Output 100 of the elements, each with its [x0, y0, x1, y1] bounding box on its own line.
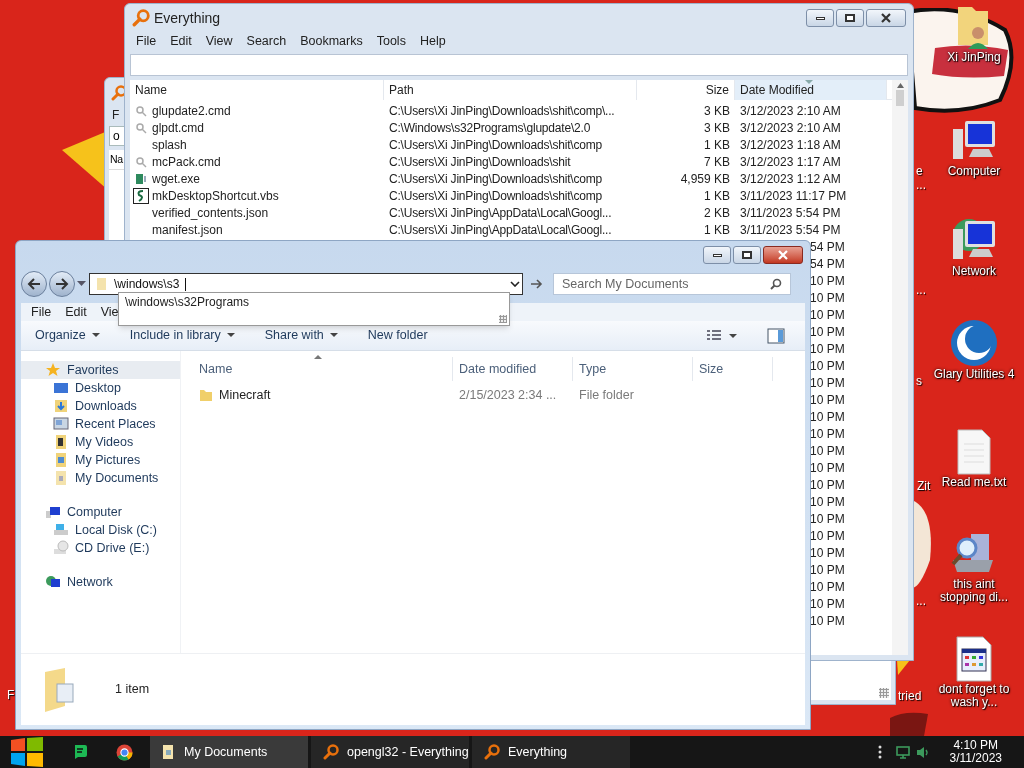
video-folder-icon — [53, 434, 69, 450]
toolbar-button[interactable]: Share with — [264, 326, 338, 345]
back-button[interactable] — [21, 271, 47, 297]
column-header[interactable]: Size — [693, 357, 773, 381]
column-header[interactable]: Name — [130, 80, 384, 100]
desktop-icon[interactable]: Network — [928, 215, 1020, 278]
chrome-icon[interactable] — [116, 743, 133, 761]
column-header[interactable]: Date Modified — [735, 80, 887, 100]
table-cell-text: 10 PM — [810, 442, 845, 460]
table-cell-text: 10 PM — [810, 357, 845, 375]
address-field[interactable]: \windows\s3 — [89, 273, 523, 295]
close-button[interactable] — [763, 246, 803, 264]
desktop-icon — [53, 380, 69, 396]
taskbar-button[interactable]: opengl32 - Everything — [311, 736, 469, 768]
desktop-icon-label: e — [916, 163, 923, 180]
computer-icon — [45, 504, 61, 520]
search-field[interactable] — [130, 54, 908, 76]
menu-item[interactable]: Bookmarks — [300, 31, 363, 51]
star-icon — [45, 362, 61, 378]
cd-drive-icon — [53, 540, 69, 556]
table-cell: C:\Users\Xi JinPing\AppData\Local\Googl... — [389, 205, 612, 220]
menu-item[interactable]: File — [31, 302, 52, 322]
column-header[interactable]: Na — [110, 151, 123, 168]
network-icon — [45, 574, 61, 590]
desktop-icon[interactable]: this aint stopping di... — [928, 528, 1020, 604]
desktop-icon-label: ... — [916, 282, 926, 299]
scrollbar-thumb[interactable] — [896, 90, 904, 106]
view-options-icon[interactable] — [707, 329, 737, 342]
minimize-button[interactable] — [703, 246, 731, 264]
scrollbar[interactable] — [892, 80, 908, 655]
forward-button[interactable] — [49, 271, 75, 297]
speaker-icon[interactable] — [915, 745, 930, 759]
nav-item[interactable]: Desktop — [21, 379, 180, 397]
toolbar-button[interactable]: Organize — [35, 326, 100, 345]
clock[interactable]: 4:10 PM 3/11/2023 — [949, 739, 1002, 765]
search-field[interactable]: Search My Documents — [553, 273, 791, 295]
nav-item[interactable]: My Pictures — [21, 451, 180, 469]
table-cell: C:\Users\Xi JinPing\Downloads\shit\comp\... — [389, 103, 615, 118]
close-button[interactable] — [866, 9, 906, 27]
table-cell-text: 10 PM — [810, 459, 845, 477]
maximize-button[interactable] — [836, 9, 864, 27]
minimize-button[interactable] — [806, 9, 834, 27]
menu-item[interactable]: F — [112, 106, 120, 124]
column-header[interactable]: Size — [637, 80, 735, 100]
menu-item[interactable]: Search — [246, 31, 287, 51]
table-cell-text: 10 PM — [810, 595, 845, 613]
table-cell-text: 10 PM — [810, 493, 845, 511]
picture-folder-icon — [53, 452, 69, 468]
resize-grip-icon — [879, 688, 889, 698]
nav-item[interactable]: Recent Places — [21, 415, 180, 433]
preview-pane-icon[interactable] — [767, 327, 785, 344]
desktop-icon[interactable]: Xi JinPing — [928, 3, 1020, 64]
recent-places-icon — [53, 416, 69, 432]
table-cell-text: 10 PM — [810, 544, 845, 562]
monitor-icon[interactable] — [895, 745, 910, 759]
table-cell: 3/12/2023 1:17 AM — [740, 154, 841, 169]
drive-icon — [53, 522, 69, 538]
menu-item[interactable]: Help — [419, 31, 446, 51]
menu-item[interactable]: File — [136, 31, 157, 51]
nav-item[interactable]: My Videos — [21, 433, 180, 451]
toolbar-button[interactable]: Include in library — [129, 326, 235, 345]
suggestion-item[interactable]: \windows\s32Programs — [125, 293, 509, 311]
menu-item[interactable]: Edit — [65, 302, 87, 322]
table-cell-text: mkDesktopShortcut.vbs — [152, 187, 279, 205]
table-cell-text: 10 PM — [810, 391, 845, 409]
nav-item[interactable]: Favorites — [21, 361, 180, 379]
nav-item[interactable]: Network — [21, 573, 180, 591]
toolbar-button[interactable]: New folder — [367, 326, 428, 345]
desktop-icon-label: tried — [898, 688, 922, 705]
table-cell-text: 10 PM — [810, 425, 845, 443]
maximize-button[interactable] — [733, 246, 761, 264]
column-header[interactable]: Date modified — [453, 357, 573, 381]
menu-item[interactable]: View — [205, 31, 233, 51]
scroll-up-icon[interactable] — [896, 83, 904, 88]
taskbar-button[interactable]: My Documents — [150, 736, 308, 768]
desktop-icon[interactable]: Computer — [928, 115, 1020, 178]
search-icon — [770, 278, 782, 290]
taskbar-button[interactable]: Everything — [472, 736, 630, 768]
nav-item[interactable]: Local Disk (C:) — [21, 521, 180, 539]
column-header[interactable]: Type — [573, 357, 693, 381]
table-cell-text: 2 KB — [704, 204, 730, 222]
more-icon[interactable] — [877, 745, 882, 759]
desktop-icon-label: Zit — [917, 478, 931, 495]
desktop-icon[interactable]: Glary Utilities 4 — [928, 318, 1020, 381]
go-arrow-icon[interactable] — [530, 278, 544, 290]
column-header[interactable]: Path — [384, 80, 637, 100]
menu-item[interactable]: Vie — [100, 302, 119, 322]
table-cell-text: 10 PM — [810, 374, 845, 392]
windows-logo-icon[interactable] — [11, 737, 43, 767]
desktop-icon[interactable]: dont forget to wash y... — [928, 635, 1020, 709]
nav-item[interactable]: Computer — [21, 503, 180, 521]
chat-app-icon[interactable] — [72, 744, 88, 760]
menu-item[interactable]: Edit — [170, 31, 192, 51]
file-row[interactable]: Minecraft 2/15/2023 2:34 ... File folder — [193, 385, 805, 405]
nav-item[interactable]: Downloads — [21, 397, 180, 415]
nav-item[interactable]: My Documents — [21, 469, 180, 487]
caret-icon — [510, 281, 520, 287]
nav-item[interactable]: CD Drive (E:) — [21, 539, 180, 557]
table-cell-text: wget.exe — [152, 170, 201, 188]
menu-item[interactable]: Tools — [376, 31, 406, 51]
